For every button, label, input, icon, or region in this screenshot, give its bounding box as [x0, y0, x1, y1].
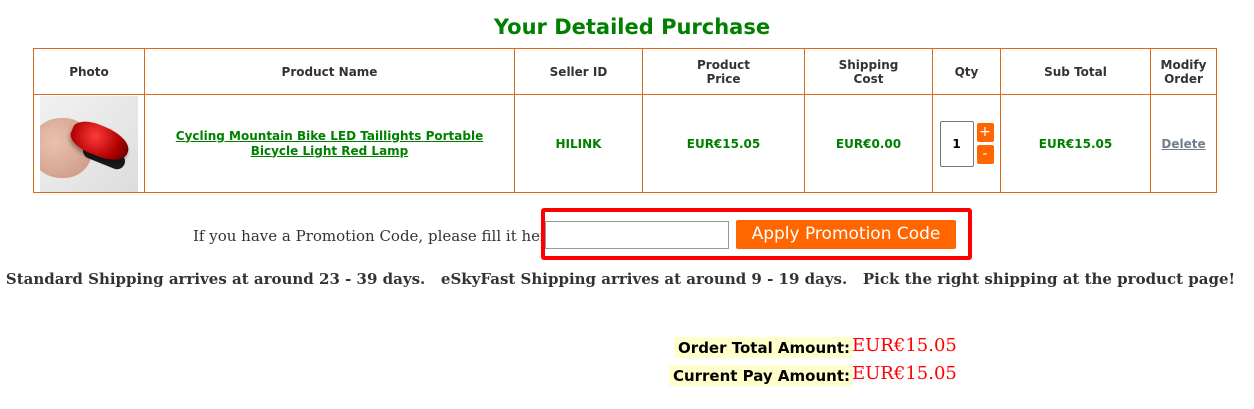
cell-product-name: Cycling Mountain Bike LED Taillights Por… [144, 94, 515, 193]
order-total-row: Order Total Amount: EUR€15.05 [0, 334, 1254, 360]
header-modify-line1: Modify [1160, 57, 1207, 72]
header-shipping-cost: Shipping Cost [804, 48, 933, 95]
page-title: Your Detailed Purchase [493, 15, 771, 39]
quantity-buttons: + - [976, 123, 994, 164]
header-modify-line2: Order [1164, 71, 1203, 86]
quantity-plus-button[interactable]: + [976, 123, 994, 142]
apply-promotion-code-button[interactable]: Apply Promotion Code [736, 220, 956, 249]
cell-seller-id: HILINK [514, 94, 643, 193]
product-name-link[interactable]: Cycling Mountain Bike LED Taillights Por… [145, 129, 514, 159]
order-total-value: EUR€15.05 [852, 335, 957, 356]
header-product-name: Product Name [144, 48, 515, 95]
cell-qty: 1 + - [932, 94, 1001, 193]
header-sub-total: Sub Total [1000, 48, 1151, 95]
header-modify-order: Modify Order [1150, 48, 1217, 95]
header-qty: Qty [932, 48, 1001, 95]
promo-code-input[interactable] [545, 221, 729, 249]
quantity-minus-button[interactable]: - [976, 145, 994, 164]
header-product-price-line1: Product [697, 57, 750, 72]
header-product-price-line2: Price [706, 71, 741, 86]
current-pay-value: EUR€15.05 [852, 363, 957, 384]
product-photo[interactable] [40, 95, 138, 192]
current-pay-row: Current Pay Amount: EUR€15.05 [0, 362, 1254, 388]
header-shipping-cost-line2: Cost [853, 71, 884, 86]
promo-code-label: If you have a Promotion Code, please fil… [193, 227, 557, 245]
order-total-label: Order Total Amount: [674, 337, 852, 358]
cell-shipping-cost: EUR€0.00 [804, 94, 933, 193]
current-pay-label: Current Pay Amount: [668, 365, 852, 386]
quantity-input[interactable]: 1 [939, 120, 974, 167]
cell-product-price: EUR€15.05 [642, 94, 805, 193]
cell-sub-total: EUR€15.05 [1000, 94, 1151, 193]
quantity-stepper: 1 + - [939, 120, 994, 167]
table-row: Cycling Mountain Bike LED Taillights Por… [33, 94, 1217, 193]
delete-link[interactable]: Delete [1161, 137, 1205, 151]
purchase-table: Photo Product Name Seller ID Product Pri… [33, 48, 1217, 193]
header-shipping-cost-line1: Shipping [838, 57, 899, 72]
table-header-row: Photo Product Name Seller ID Product Pri… [33, 48, 1217, 95]
header-product-price: Product Price [642, 48, 805, 95]
header-seller-id: Seller ID [514, 48, 643, 95]
shipping-note: Standard Shipping arrives at around 23 -… [5, 270, 1236, 288]
cell-modify-order: Delete [1150, 94, 1217, 193]
header-photo: Photo [33, 48, 145, 95]
cell-photo [33, 94, 145, 193]
